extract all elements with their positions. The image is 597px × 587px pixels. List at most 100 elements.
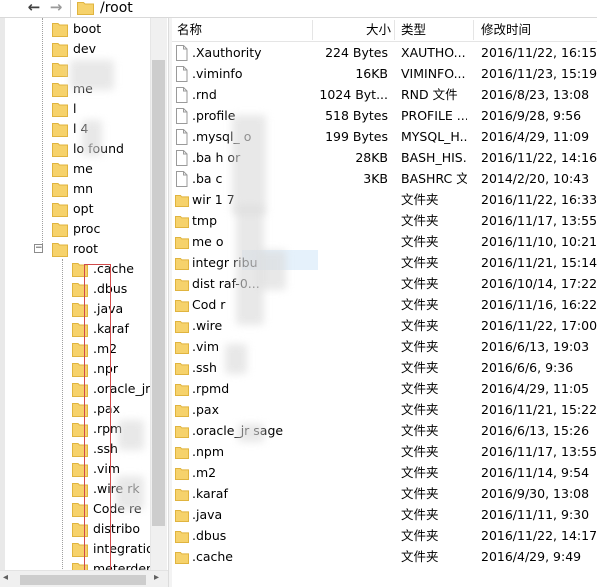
file-type: 文件夹 [401,486,439,501]
redaction-blur [232,115,266,215]
tree-item-label: mn [73,181,94,196]
redaction-blur [238,424,264,442]
file-type: XAUTHO... [401,45,466,60]
folder-icon [175,297,189,313]
file-name: .java [192,507,223,522]
file-size: 224 Bytes [325,45,388,60]
redaction-blur [118,420,144,450]
file-name: Cod r [192,297,226,312]
tree-item-label: proc [73,221,101,236]
list-row[interactable]: .karaf 文件夹 2016/9/30, 13:08 [172,483,597,504]
column-header-type[interactable]: 类型 [401,18,426,42]
file-type: 文件夹 [401,423,439,438]
folder-icon [52,41,68,57]
redaction-blur [225,344,247,374]
file-modified-time: 2016/6/6, 9:36 [481,360,574,375]
annotation-highlight-box [84,264,111,576]
column-header-size[interactable]: 大小 [366,18,391,42]
folder-icon [52,161,68,177]
folder-icon [52,201,68,217]
file-type: 文件夹 [401,507,439,522]
folder-icon [175,234,189,250]
arrow-right-icon[interactable]: → [46,0,66,16]
folder-icon [52,101,68,117]
file-name: .pax [192,402,219,417]
file-type: 文件夹 [401,360,439,375]
file-icon [175,66,189,82]
folder-icon [52,241,68,257]
file-size: 1024 Byt... [319,87,388,102]
file-type: 文件夹 [401,234,439,249]
file-modified-time: 2016/6/13, 15:26 [481,423,590,438]
file-type: 文件夹 [401,402,439,417]
file-name: .npm [192,444,225,459]
file-type: 文件夹 [401,318,439,333]
folder-icon [175,528,189,544]
folder-icon [52,141,68,157]
file-size: 199 Bytes [325,129,388,144]
tree-horizontal-scroll-thumb[interactable] [20,575,146,585]
column-divider[interactable] [473,20,474,40]
list-row[interactable]: .viminfo 16KB VIMINFO... 2016/11/23, 15:19 [172,63,597,84]
list-row[interactable]: .Xauthority 224 Bytes XAUTHO... 2016/11/22,… [172,42,597,63]
file-type: RND 文件 [401,87,458,102]
file-type: 文件夹 [401,339,439,354]
redaction-blur [116,476,144,510]
redaction-blur [258,250,286,290]
file-modified-time: 2016/4/29, 11:05 [481,381,590,396]
file-modified-time: 2016/11/10, 10:21 [481,234,597,249]
file-modified-time: 2016/11/23, 15:19 [481,66,597,81]
file-type: 文件夹 [401,192,439,207]
file-modified-time: 2016/11/22, 14:16 [481,150,597,165]
folder-icon [175,423,189,439]
tree-item-label: boot [73,21,102,36]
arrow-left-icon[interactable]: ← [24,0,44,16]
column-divider[interactable] [394,20,395,40]
scroll-right-arrow-icon[interactable]: ▸ [154,572,159,583]
file-modified-time: 2016/11/16, 16:22 [481,297,597,312]
file-name: .karaf [192,486,228,501]
tree-guide-line [42,18,43,248]
path-bar: ← → /root [0,0,597,18]
list-row[interactable]: .m2 文件夹 2016/11/14, 9:54 [172,462,597,483]
file-name: .vim [192,339,220,354]
file-modified-time: 2016/11/21, 15:14 [481,255,597,270]
file-type: MYSQL_H... [401,129,467,144]
folder-icon [175,549,189,565]
file-name: .cache [192,549,233,564]
tree-item-label: l [73,101,77,116]
column-divider[interactable] [312,20,313,40]
column-header-name[interactable]: 名称 [177,18,202,42]
list-row[interactable]: .npm 文件夹 2016/11/17, 13:55 [172,441,597,462]
folder-icon [175,507,189,523]
file-name: .m2 [192,465,217,480]
file-modified-time: 2016/9/30, 13:08 [481,486,590,501]
file-type: 文件夹 [401,381,439,396]
folder-icon [52,81,68,97]
file-icon [175,129,189,145]
file-icon [175,108,189,124]
list-row[interactable]: .pax 文件夹 2016/11/21, 15:22 [172,399,597,420]
column-header-modified[interactable]: 修改时间 [481,18,531,42]
current-path[interactable]: /root [100,0,133,17]
file-type: 文件夹 [401,444,439,459]
file-modified-time: 2016/11/17, 13:55 [481,444,597,459]
file-type: 文件夹 [401,297,439,312]
list-row[interactable]: .java 文件夹 2016/11/11, 9:30 [172,504,597,525]
tree-vertical-scroll-thumb[interactable] [152,60,165,526]
file-name: .oracle_jr sage [192,423,284,438]
list-row[interactable]: .rpmd 文件夹 2016/4/29, 11:05 [172,378,597,399]
path-divider [70,0,71,17]
list-row[interactable]: .oracle_jr sage 文件夹 2016/6/13, 15:26 [172,420,597,441]
folder-icon [175,339,189,355]
list-row[interactable]: .cache 文件夹 2016/4/29, 9:49 [172,546,597,567]
file-type: 文件夹 [401,528,439,543]
scroll-left-arrow-icon[interactable]: ◂ [3,572,8,583]
file-modified-time: 2016/9/28, 9:56 [481,108,582,123]
folder-icon [175,318,189,334]
folder-icon [175,360,189,376]
list-row[interactable]: .dbus 文件夹 2016/11/22, 14:17 [172,525,597,546]
list-row[interactable]: .rnd 1024 Byt... RND 文件 2016/8/23, 13:08 [172,84,597,105]
collapse-toggle-icon[interactable]: − [34,244,43,253]
folder-icon [52,181,68,197]
